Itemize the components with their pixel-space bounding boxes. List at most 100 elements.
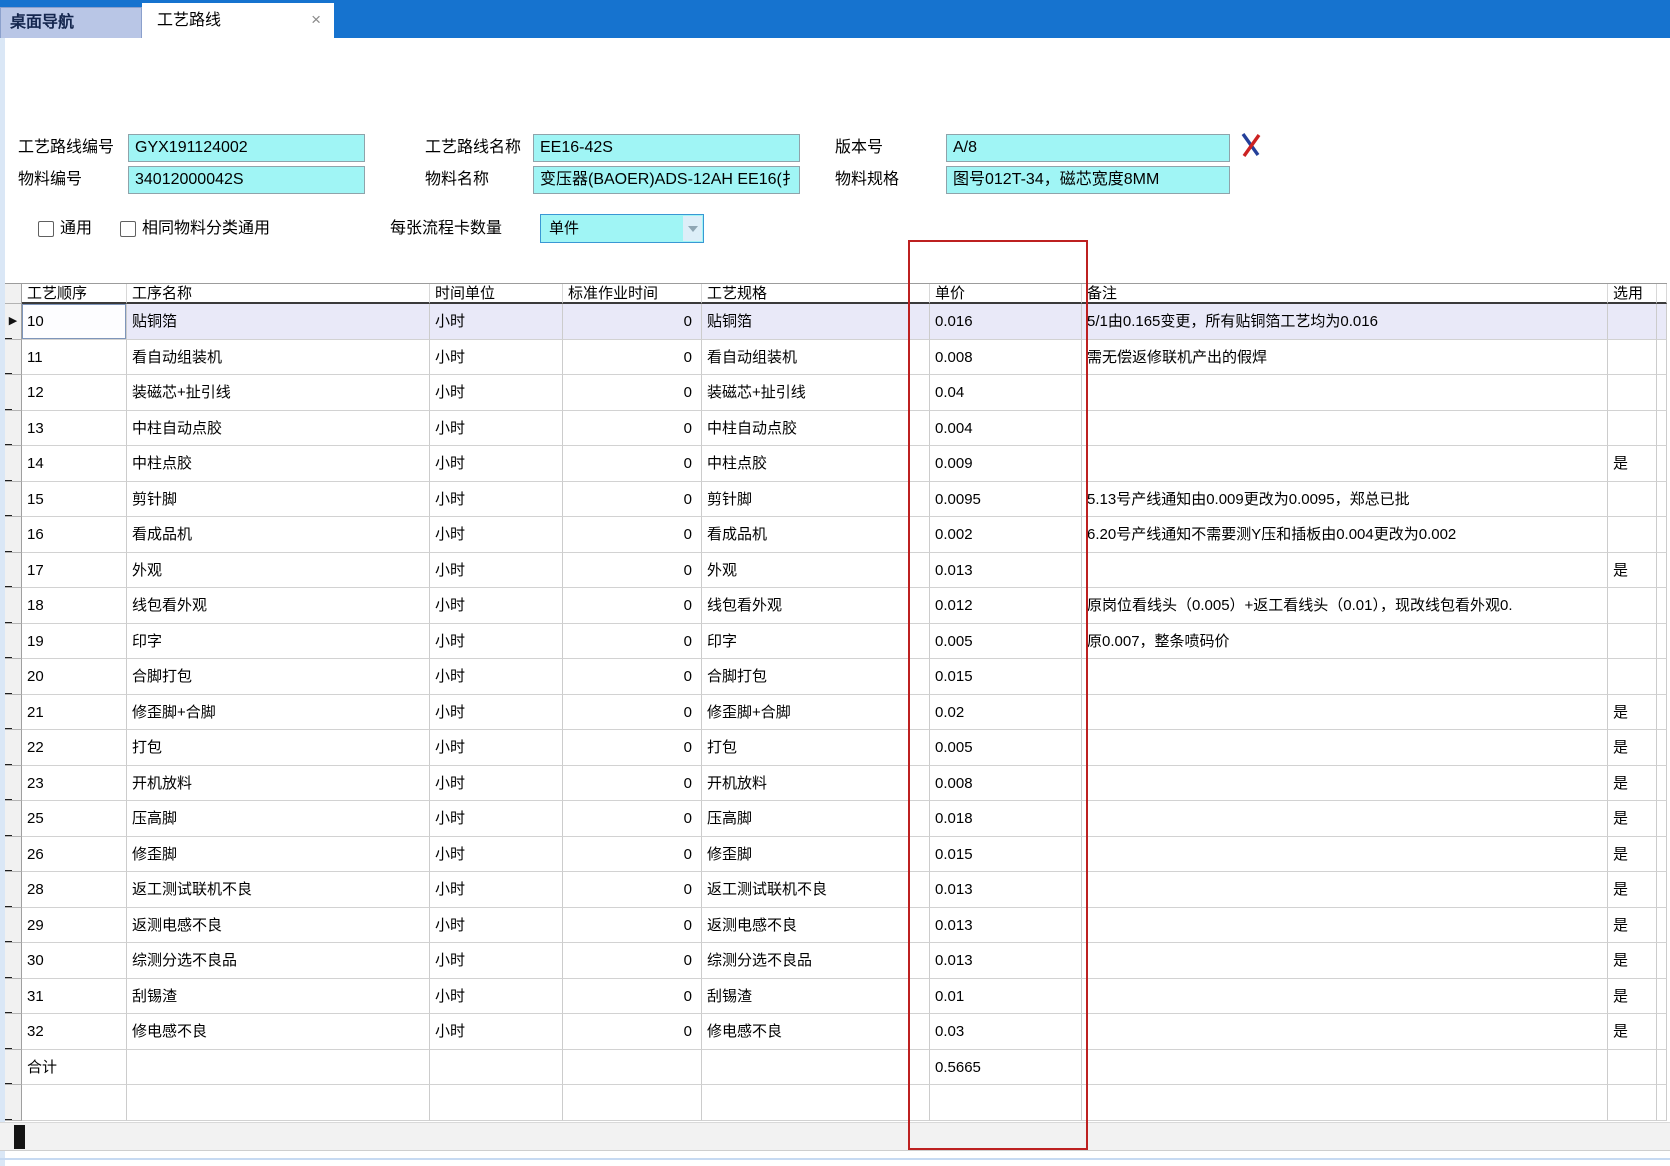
cell-unit[interactable]: 小时	[430, 872, 563, 908]
row-header[interactable]	[5, 1050, 22, 1086]
cell-unit[interactable]: 小时	[430, 588, 563, 624]
cell-spec[interactable]: 打包	[702, 730, 930, 766]
cell-name[interactable]: 线包看外观	[127, 588, 430, 624]
cell-spec[interactable]: 剪针脚	[702, 482, 930, 518]
cell-price[interactable]: 0.0095	[930, 482, 1082, 518]
table-row[interactable]: 14 中柱点胶 小时 0 中柱点胶 0.009 是	[5, 446, 1667, 482]
cell-note[interactable]	[1082, 872, 1608, 908]
cell-seq[interactable]: 15	[22, 482, 127, 518]
cell-note[interactable]	[1082, 801, 1608, 837]
table-row[interactable]: 18 线包看外观 小时 0 线包看外观 0.012 原岗位看线头（0.005）+…	[5, 588, 1667, 624]
cell-name[interactable]: 打包	[127, 730, 430, 766]
tab-desktop-nav[interactable]: 桌面导航	[0, 7, 142, 38]
same-class-checkbox[interactable]	[120, 221, 136, 237]
table-row[interactable]: 20 合脚打包 小时 0 合脚打包 0.015	[5, 659, 1667, 695]
scrollbar-thumb[interactable]	[14, 1125, 25, 1149]
cell-name[interactable]: 修电感不良	[127, 1014, 430, 1050]
cell-use[interactable]: 是	[1608, 1014, 1657, 1050]
cell-unit[interactable]: 小时	[430, 979, 563, 1015]
row-header[interactable]	[5, 659, 22, 695]
table-row[interactable]: 17 外观 小时 0 外观 0.013 是	[5, 553, 1667, 589]
cell-std[interactable]: 0	[563, 979, 702, 1015]
cell-seq[interactable]: 29	[22, 908, 127, 944]
cell-std[interactable]: 0	[563, 837, 702, 873]
col-header-unit[interactable]: 时间单位	[430, 284, 563, 304]
cell-price[interactable]: 0.016	[930, 304, 1082, 340]
row-header[interactable]	[5, 553, 22, 589]
cell-price[interactable]: 0.013	[930, 553, 1082, 589]
cell-use[interactable]: 是	[1608, 446, 1657, 482]
row-header[interactable]	[5, 695, 22, 731]
cell-spec[interactable]: 开机放料	[702, 766, 930, 802]
cell-price[interactable]: 0.013	[930, 872, 1082, 908]
cell-unit[interactable]: 小时	[430, 553, 563, 589]
row-header[interactable]	[5, 375, 22, 411]
cell-spec[interactable]: 合脚打包	[702, 659, 930, 695]
cell-unit[interactable]: 小时	[430, 730, 563, 766]
cell-spec[interactable]: 看自动组装机	[702, 340, 930, 376]
cell-price[interactable]: 0.005	[930, 730, 1082, 766]
material-no-field[interactable]: 34012000042S	[128, 166, 365, 194]
cell-name[interactable]: 看成品机	[127, 517, 430, 553]
row-header[interactable]	[5, 837, 22, 873]
cell-seq[interactable]: 28	[22, 872, 127, 908]
cell-name[interactable]: 中柱点胶	[127, 446, 430, 482]
cell-std[interactable]: 0	[563, 1014, 702, 1050]
row-header[interactable]	[5, 624, 22, 660]
cell-note[interactable]	[1082, 553, 1608, 589]
cell-unit[interactable]: 小时	[430, 624, 563, 660]
cell-seq[interactable]: 20	[22, 659, 127, 695]
cell-unit[interactable]: 小时	[430, 837, 563, 873]
cell-use[interactable]: 是	[1608, 730, 1657, 766]
cell-name[interactable]: 合脚打包	[127, 659, 430, 695]
cell-spec[interactable]: 返测电感不良	[702, 908, 930, 944]
cell-std[interactable]: 0	[563, 517, 702, 553]
row-header[interactable]	[5, 943, 22, 979]
cell-price[interactable]: 0.012	[930, 588, 1082, 624]
col-header-note[interactable]: 备注	[1082, 284, 1608, 304]
table-row[interactable]: 29 返测电感不良 小时 0 返测电感不良 0.013 是	[5, 908, 1667, 944]
cell-spec[interactable]: 看成品机	[702, 517, 930, 553]
col-header-std[interactable]: 标准作业时间	[563, 284, 702, 304]
cell-use[interactable]: 是	[1608, 766, 1657, 802]
cell-note[interactable]	[1082, 837, 1608, 873]
cell-use[interactable]: 是	[1608, 553, 1657, 589]
cell-seq[interactable]: 19	[22, 624, 127, 660]
cell-name[interactable]: 返测电感不良	[127, 908, 430, 944]
table-row[interactable]: ▶ 10 贴铜箔 小时 0 贴铜箔 0.016 5/1由0.165变更，所有贴铜…	[5, 304, 1667, 340]
cell-use[interactable]	[1608, 340, 1657, 376]
cell-note[interactable]: 需无偿返修联机产出的假焊	[1082, 340, 1608, 376]
cell-unit[interactable]: 小时	[430, 659, 563, 695]
cell-use[interactable]	[1608, 624, 1657, 660]
cell-unit[interactable]: 小时	[430, 801, 563, 837]
cell-note[interactable]	[1082, 1014, 1608, 1050]
cell-note[interactable]	[1082, 446, 1608, 482]
cell-use[interactable]	[1608, 411, 1657, 447]
row-pointer-icon[interactable]: ▶	[5, 304, 22, 340]
table-row[interactable]: 23 开机放料 小时 0 开机放料 0.008 是	[5, 766, 1667, 802]
row-header[interactable]	[5, 482, 22, 518]
cell-price[interactable]: 0.008	[930, 340, 1082, 376]
cell-name[interactable]: 修歪脚+合脚	[127, 695, 430, 731]
table-row[interactable]: 19 印字 小时 0 印字 0.005 原0.007，整条喷码价	[5, 624, 1667, 660]
cell-seq[interactable]: 26	[22, 837, 127, 873]
table-row[interactable]: 11 看自动组装机 小时 0 看自动组装机 0.008 需无偿返修联机产出的假焊	[5, 340, 1667, 376]
cell-use[interactable]	[1608, 588, 1657, 624]
cell-seq[interactable]: 30	[22, 943, 127, 979]
cell-note[interactable]	[1082, 908, 1608, 944]
cell-std[interactable]: 0	[563, 375, 702, 411]
table-row[interactable]: 32 修电感不良 小时 0 修电感不良 0.03 是	[5, 1014, 1667, 1050]
cell-note[interactable]: 原岗位看线头（0.005）+返工看线头（0.01），现改线包看外观0.	[1082, 588, 1608, 624]
cell-seq[interactable]: 17	[22, 553, 127, 589]
cell-use[interactable]	[1608, 482, 1657, 518]
col-header-use[interactable]: 选用	[1608, 284, 1657, 304]
cell-name[interactable]: 贴铜箔	[127, 304, 430, 340]
col-header-name[interactable]: 工序名称	[127, 284, 430, 304]
cell-name[interactable]: 中柱自动点胶	[127, 411, 430, 447]
cell-note[interactable]	[1082, 375, 1608, 411]
cell-use[interactable]: 是	[1608, 943, 1657, 979]
cell-seq[interactable]: 12	[22, 375, 127, 411]
cell-unit[interactable]: 小时	[430, 943, 563, 979]
material-spec-field[interactable]: 图号012T-34，磁芯宽度8MM	[946, 166, 1230, 194]
cell-std[interactable]: 0	[563, 695, 702, 731]
